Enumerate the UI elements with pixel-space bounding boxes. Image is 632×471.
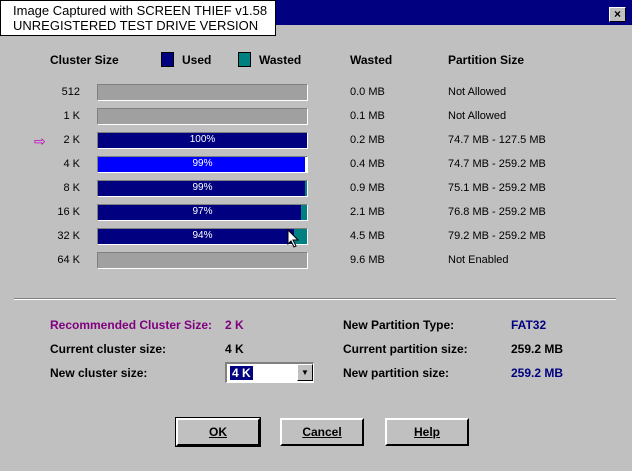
wasted-value: 4.5 MB: [350, 230, 385, 242]
watermark-banner: Image Captured with SCREEN THIEF v1.58 U…: [0, 0, 276, 36]
cluster-size-label: 512: [61, 86, 80, 98]
current-cluster-label: Current cluster size:: [50, 342, 167, 356]
wasted-value: 9.6 MB: [350, 254, 385, 266]
usage-bar[interactable]: 94%: [97, 228, 308, 245]
usage-percent: 94%: [192, 230, 213, 241]
current-partition-size-value: 259.2 MB: [511, 342, 564, 356]
usage-percent: 99%: [192, 182, 213, 193]
cancel-button[interactable]: Cancel: [280, 418, 364, 446]
partition-size-value: 76.8 MB - 259.2 MB: [448, 206, 546, 218]
cluster-size-label: 8 K: [63, 182, 80, 194]
new-partition-size-label: New partition size:: [343, 366, 450, 380]
legend-used-label: Used: [182, 53, 212, 67]
divider: [14, 298, 616, 300]
partition-size-value: 74.7 MB - 259.2 MB: [448, 158, 546, 170]
current-cluster-value: 4 K: [225, 342, 244, 356]
watermark-line1: Image Captured with SCREEN THIEF v1.58: [13, 3, 268, 18]
close-button[interactable]: ×: [609, 7, 626, 22]
usage-percent: 100%: [189, 134, 216, 145]
usage-bar[interactable]: [97, 252, 308, 269]
usage-bar[interactable]: [97, 108, 308, 125]
cluster-size-label: 2 K: [63, 134, 80, 146]
partition-size-value: Not Enabled: [448, 254, 509, 266]
recommended-cluster-label: Recommended Cluster Size:: [50, 318, 213, 332]
watermark-line2: UNREGISTERED TEST DRIVE VERSION: [13, 18, 259, 33]
recommended-cluster-value: 2 K: [225, 318, 244, 332]
ok-button[interactable]: OK: [175, 417, 261, 447]
legend-wasted-swatch: [238, 52, 251, 67]
usage-percent: 97%: [192, 206, 213, 217]
partition-size-value: 74.7 MB - 127.5 MB: [448, 134, 546, 146]
current-partition-size-label: Current partition size:: [343, 342, 468, 356]
partition-size-value: Not Allowed: [448, 86, 507, 98]
cluster-size-label: 16 K: [57, 206, 80, 218]
mouse-pointer-icon: [287, 229, 300, 248]
partition-size-value: 79.2 MB - 259.2 MB: [448, 230, 546, 242]
usage-bar[interactable]: 100%: [97, 132, 308, 149]
cluster-size-label: 1 K: [63, 110, 80, 122]
wasted-value: 0.2 MB: [350, 134, 385, 146]
cluster-size-label: 4 K: [63, 158, 80, 170]
usage-bar[interactable]: 99%: [97, 156, 308, 173]
header-partition-size: Partition Size: [448, 53, 525, 67]
recommended-arrow-icon: ⇨: [34, 133, 46, 149]
usage-percent: 99%: [192, 158, 213, 169]
wasted-value: 0.1 MB: [350, 110, 385, 122]
new-cluster-size-select[interactable]: 4 K ▼: [225, 362, 314, 383]
legend-wasted-label: Wasted: [259, 53, 302, 67]
wasted-value: 0.9 MB: [350, 182, 385, 194]
usage-bar[interactable]: 99%: [97, 180, 308, 197]
wasted-value: 2.1 MB: [350, 206, 385, 218]
usage-bar[interactable]: [97, 84, 308, 101]
new-cluster-label: New cluster size:: [50, 366, 148, 380]
header-wasted: Wasted: [350, 53, 393, 67]
help-button[interactable]: Help: [385, 418, 469, 446]
chevron-down-icon[interactable]: ▼: [297, 364, 313, 381]
wasted-value: 0.4 MB: [350, 158, 385, 170]
new-cluster-size-value: 4 K: [230, 366, 253, 380]
usage-bar[interactable]: 97%: [97, 204, 308, 221]
header-cluster-size: Cluster Size: [50, 53, 119, 67]
partition-size-value: 75.1 MB - 259.2 MB: [448, 182, 546, 194]
new-partition-type-label: New Partition Type:: [343, 318, 455, 332]
wasted-value: 0.0 MB: [350, 86, 385, 98]
new-partition-type-value: FAT32: [511, 318, 547, 332]
legend-used-swatch: [161, 52, 174, 67]
cluster-size-label: 32 K: [57, 230, 80, 242]
partition-size-value: Not Allowed: [448, 110, 507, 122]
cluster-size-label: 64 K: [57, 254, 80, 266]
new-partition-size-value: 259.2 MB: [511, 366, 564, 380]
